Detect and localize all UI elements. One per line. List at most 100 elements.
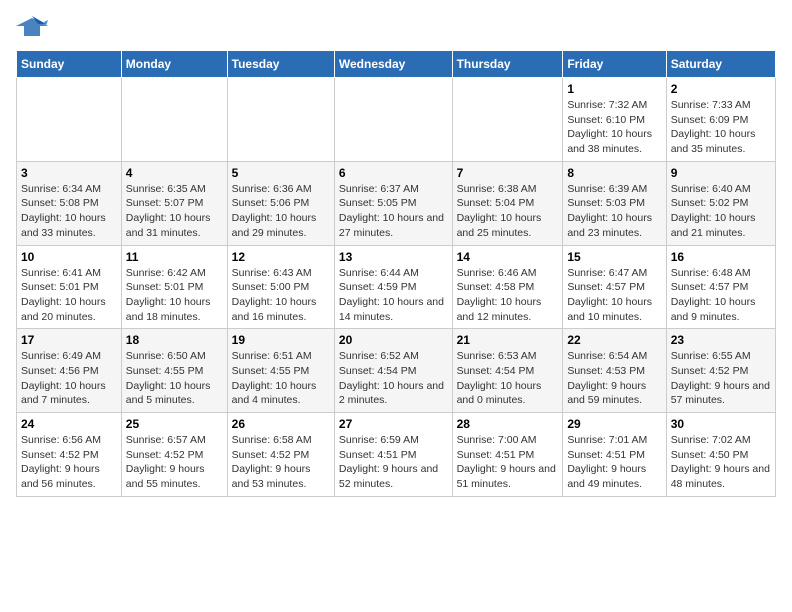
- day-info: Sunrise: 6:58 AM Sunset: 4:52 PM Dayligh…: [232, 433, 330, 492]
- day-number: 21: [457, 333, 559, 347]
- calendar-cell: 23 Sunrise: 6:55 AM Sunset: 4:52 PM Dayli…: [666, 329, 775, 413]
- calendar-cell: 27 Sunrise: 6:59 AM Sunset: 4:51 PM Dayli…: [334, 413, 452, 497]
- calendar-cell: 29Sunrise: 7:01 AM Sunset: 4:51 PM Dayli…: [563, 413, 666, 497]
- day-info: Sunrise: 6:40 AM Sunset: 5:02 PM Dayligh…: [671, 182, 771, 241]
- day-number: 20: [339, 333, 448, 347]
- calendar-cell: 9 Sunrise: 6:40 AM Sunset: 5:02 PM Daylig…: [666, 161, 775, 245]
- week-row-1: 1 Sunrise: 7:32 AM Sunset: 6:10 PM Daylig…: [17, 78, 776, 162]
- day-number: 13: [339, 250, 448, 264]
- calendar-cell: 28 Sunrise: 7:00 AM Sunset: 4:51 PM Dayli…: [452, 413, 563, 497]
- day-info: Sunrise: 6:42 AM Sunset: 5:01 PM Dayligh…: [126, 266, 223, 325]
- day-number: 25: [126, 417, 223, 431]
- day-number: 22: [567, 333, 661, 347]
- day-info: Sunrise: 6:34 AM Sunset: 5:08 PM Dayligh…: [21, 182, 117, 241]
- calendar-cell: 19Sunrise: 6:51 AM Sunset: 4:55 PM Dayli…: [227, 329, 334, 413]
- day-number: 14: [457, 250, 559, 264]
- day-number: 2: [671, 82, 771, 96]
- day-info: Sunrise: 6:38 AM Sunset: 5:04 PM Dayligh…: [457, 182, 559, 241]
- calendar-cell: 11 Sunrise: 6:42 AM Sunset: 5:01 PM Dayli…: [121, 245, 227, 329]
- day-number: 24: [21, 417, 117, 431]
- day-header-monday: Monday: [121, 51, 227, 78]
- calendar-cell: 21 Sunrise: 6:53 AM Sunset: 4:54 PM Dayli…: [452, 329, 563, 413]
- day-info: Sunrise: 7:02 AM Sunset: 4:50 PM Dayligh…: [671, 433, 771, 492]
- calendar-cell: 25 Sunrise: 6:57 AM Sunset: 4:52 PM Dayli…: [121, 413, 227, 497]
- calendar-cell: 26Sunrise: 6:58 AM Sunset: 4:52 PM Dayli…: [227, 413, 334, 497]
- calendar-cell: 7 Sunrise: 6:38 AM Sunset: 5:04 PM Daylig…: [452, 161, 563, 245]
- calendar-cell: 1 Sunrise: 7:32 AM Sunset: 6:10 PM Daylig…: [563, 78, 666, 162]
- day-info: Sunrise: 6:36 AM Sunset: 5:06 PM Dayligh…: [232, 182, 330, 241]
- day-header-friday: Friday: [563, 51, 666, 78]
- day-info: Sunrise: 6:49 AM Sunset: 4:56 PM Dayligh…: [21, 349, 117, 408]
- day-number: 11: [126, 250, 223, 264]
- day-header-thursday: Thursday: [452, 51, 563, 78]
- day-number: 17: [21, 333, 117, 347]
- calendar-cell: 8 Sunrise: 6:39 AM Sunset: 5:03 PM Daylig…: [563, 161, 666, 245]
- day-info: Sunrise: 6:37 AM Sunset: 5:05 PM Dayligh…: [339, 182, 448, 241]
- day-info: Sunrise: 7:32 AM Sunset: 6:10 PM Dayligh…: [567, 98, 661, 157]
- day-number: 16: [671, 250, 771, 264]
- calendar-cell: [227, 78, 334, 162]
- calendar-cell: 20 Sunrise: 6:52 AM Sunset: 4:54 PM Dayli…: [334, 329, 452, 413]
- day-header-sunday: Sunday: [17, 51, 122, 78]
- calendar-cell: [452, 78, 563, 162]
- day-header-wednesday: Wednesday: [334, 51, 452, 78]
- day-number: 12: [232, 250, 330, 264]
- calendar-cell: 15 Sunrise: 6:47 AM Sunset: 4:57 PM Dayli…: [563, 245, 666, 329]
- day-header-tuesday: Tuesday: [227, 51, 334, 78]
- day-info: Sunrise: 7:00 AM Sunset: 4:51 PM Dayligh…: [457, 433, 559, 492]
- day-info: Sunrise: 6:59 AM Sunset: 4:51 PM Dayligh…: [339, 433, 448, 492]
- calendar-cell: [334, 78, 452, 162]
- calendar-cell: 5 Sunrise: 6:36 AM Sunset: 5:06 PM Daylig…: [227, 161, 334, 245]
- day-info: Sunrise: 7:33 AM Sunset: 6:09 PM Dayligh…: [671, 98, 771, 157]
- calendar-cell: 16 Sunrise: 6:48 AM Sunset: 4:57 PM Dayli…: [666, 245, 775, 329]
- logo: [16, 16, 54, 42]
- day-number: 15: [567, 250, 661, 264]
- day-number: 5: [232, 166, 330, 180]
- calendar-cell: 22 Sunrise: 6:54 AM Sunset: 4:53 PM Dayli…: [563, 329, 666, 413]
- calendar-table: SundayMondayTuesdayWednesdayThursdayFrid…: [16, 50, 776, 497]
- day-number: 19: [232, 333, 330, 347]
- calendar-cell: 18 Sunrise: 6:50 AM Sunset: 4:55 PM Dayli…: [121, 329, 227, 413]
- week-row-2: 3 Sunrise: 6:34 AM Sunset: 5:08 PM Daylig…: [17, 161, 776, 245]
- day-info: Sunrise: 6:35 AM Sunset: 5:07 PM Dayligh…: [126, 182, 223, 241]
- day-info: Sunrise: 6:39 AM Sunset: 5:03 PM Dayligh…: [567, 182, 661, 241]
- day-info: Sunrise: 6:54 AM Sunset: 4:53 PM Dayligh…: [567, 349, 661, 408]
- day-info: Sunrise: 6:48 AM Sunset: 4:57 PM Dayligh…: [671, 266, 771, 325]
- day-number: 23: [671, 333, 771, 347]
- day-info: Sunrise: 6:44 AM Sunset: 4:59 PM Dayligh…: [339, 266, 448, 325]
- calendar-cell: 30 Sunrise: 7:02 AM Sunset: 4:50 PM Dayli…: [666, 413, 775, 497]
- calendar-cell: 17 Sunrise: 6:49 AM Sunset: 4:56 PM Dayli…: [17, 329, 122, 413]
- day-info: Sunrise: 6:43 AM Sunset: 5:00 PM Dayligh…: [232, 266, 330, 325]
- day-header-saturday: Saturday: [666, 51, 775, 78]
- calendar-cell: 12 Sunrise: 6:43 AM Sunset: 5:00 PM Dayli…: [227, 245, 334, 329]
- day-info: Sunrise: 6:50 AM Sunset: 4:55 PM Dayligh…: [126, 349, 223, 408]
- day-number: 9: [671, 166, 771, 180]
- calendar-cell: 14 Sunrise: 6:46 AM Sunset: 4:58 PM Dayli…: [452, 245, 563, 329]
- calendar-cell: 6 Sunrise: 6:37 AM Sunset: 5:05 PM Daylig…: [334, 161, 452, 245]
- day-info: Sunrise: 6:57 AM Sunset: 4:52 PM Dayligh…: [126, 433, 223, 492]
- day-number: 3: [21, 166, 117, 180]
- day-info: Sunrise: 6:56 AM Sunset: 4:52 PM Dayligh…: [21, 433, 117, 492]
- day-info: Sunrise: 6:55 AM Sunset: 4:52 PM Dayligh…: [671, 349, 771, 408]
- calendar-cell: 3 Sunrise: 6:34 AM Sunset: 5:08 PM Daylig…: [17, 161, 122, 245]
- day-number: 7: [457, 166, 559, 180]
- day-number: 18: [126, 333, 223, 347]
- day-number: 1: [567, 82, 661, 96]
- day-info: Sunrise: 6:41 AM Sunset: 5:01 PM Dayligh…: [21, 266, 117, 325]
- day-number: 27: [339, 417, 448, 431]
- calendar-cell: 24 Sunrise: 6:56 AM Sunset: 4:52 PM Dayli…: [17, 413, 122, 497]
- calendar-cell: 4Sunrise: 6:35 AM Sunset: 5:07 PM Daylig…: [121, 161, 227, 245]
- day-info: Sunrise: 6:46 AM Sunset: 4:58 PM Dayligh…: [457, 266, 559, 325]
- logo-bird-icon: [16, 16, 48, 42]
- calendar-cell: 2 Sunrise: 7:33 AM Sunset: 6:09 PM Daylig…: [666, 78, 775, 162]
- day-number: 30: [671, 417, 771, 431]
- week-row-3: 10Sunrise: 6:41 AM Sunset: 5:01 PM Dayli…: [17, 245, 776, 329]
- calendar-cell: [17, 78, 122, 162]
- week-row-4: 17 Sunrise: 6:49 AM Sunset: 4:56 PM Dayli…: [17, 329, 776, 413]
- day-number: 6: [339, 166, 448, 180]
- day-info: Sunrise: 6:52 AM Sunset: 4:54 PM Dayligh…: [339, 349, 448, 408]
- day-number: 28: [457, 417, 559, 431]
- day-info: Sunrise: 6:53 AM Sunset: 4:54 PM Dayligh…: [457, 349, 559, 408]
- day-info: Sunrise: 6:47 AM Sunset: 4:57 PM Dayligh…: [567, 266, 661, 325]
- day-number: 8: [567, 166, 661, 180]
